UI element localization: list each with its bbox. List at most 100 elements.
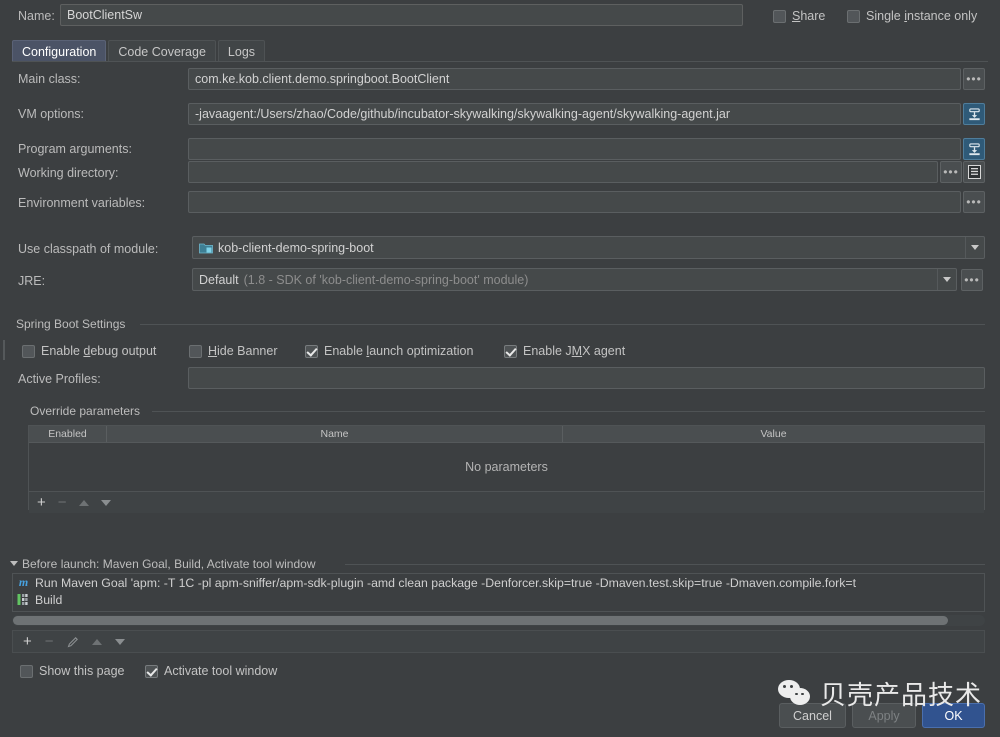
name-label: Name: [18,9,55,23]
macro-list-icon [967,165,981,179]
hide-banner-checkbox[interactable]: Hide Banner [189,344,278,358]
before-launch-collapse-icon[interactable] [10,561,18,566]
program-arguments-input[interactable] [188,138,961,160]
cancel-button[interactable]: Cancel [779,703,846,728]
enable-debug-output-checkbox[interactable]: Enable debug output [22,344,156,358]
show-this-page-box[interactable] [20,664,33,678]
jre-value-detail: (1.8 - SDK of 'kob-client-demo-spring-bo… [243,272,529,287]
maven-icon: m [18,575,29,589]
enable-launch-optimization-box[interactable] [305,344,318,358]
before-launch-task-build-label: Build [35,592,63,607]
enable-debug-output-box[interactable] [22,344,35,358]
enable-jmx-agent-box[interactable] [504,344,517,358]
jre-value: Default [199,272,239,287]
enable-jmx-agent-checkbox[interactable]: Enable JMX agent [504,344,625,358]
active-profiles-input[interactable] [188,367,985,389]
main-class-browse-button[interactable]: ••• [963,68,985,90]
move-task-up-icon [91,638,102,645]
table-header-row: Enabled Name Value [29,426,984,443]
vm-options-label: VM options: [18,107,85,121]
single-instance-checkbox-box[interactable] [847,9,860,23]
environment-variables-label: Environment variables: [18,196,146,210]
remove-parameter-icon: − [57,494,67,511]
environment-variables-input[interactable] [188,191,961,213]
move-task-down-icon [114,638,125,645]
module-combo-arrow[interactable] [965,237,984,258]
browse-dots-icon: ••• [943,165,959,179]
tab-bar[interactable]: Configuration Code Coverage Logs [12,38,267,62]
jre-combo[interactable]: Default (1.8 - SDK of 'kob-client-demo-s… [192,268,957,291]
active-profiles-label: Active Profiles: [18,372,101,386]
module-combo-value: kob-client-demo-spring-boot [218,240,374,255]
hide-banner-box[interactable] [189,344,202,358]
jre-combo-arrow[interactable] [937,269,956,290]
working-directory-macro-button[interactable] [963,161,985,183]
override-parameters-table: Enabled Name Value No parameters + − [28,425,985,513]
jre-browse-button[interactable]: ••• [961,269,983,291]
tab-code-coverage[interactable]: Code Coverage [108,40,216,62]
before-launch-task-build[interactable]: Build [13,591,984,608]
name-row: Name: BootClientSw Share Single instance… [0,0,1000,33]
column-header-enabled[interactable]: Enabled [29,426,107,442]
show-this-page-checkbox[interactable]: Show this page [20,664,124,678]
main-class-input[interactable]: com.ke.kob.client.demo.springboot.BootCl… [188,68,961,90]
enable-launch-optimization-label: Enable launch optimization [324,344,474,358]
vm-options-expand-button[interactable] [963,103,985,125]
browse-dots-icon: ••• [966,72,982,86]
browse-dots-icon: ••• [966,195,982,209]
ok-button[interactable]: OK [922,703,985,728]
before-launch-horizontal-scrollbar[interactable] [12,615,985,626]
chevron-down-icon [971,245,979,250]
tab-logs[interactable]: Logs [217,40,266,62]
activate-tool-window-label: Activate tool window [164,664,278,678]
show-this-page-label: Show this page [39,664,125,678]
before-launch-task-maven[interactable]: m Run Maven Goal 'apm: -T 1C -pl apm-sni… [13,574,984,591]
table-empty-state: No parameters [465,460,548,474]
expand-insert-icon [968,107,980,120]
hide-banner-label: Hide Banner [208,344,278,358]
use-classpath-of-module-label: Use classpath of module: [18,242,159,256]
program-arguments-label: Program arguments: [18,142,132,156]
main-class-label: Main class: [18,72,81,86]
single-instance-only-checkbox[interactable]: Single instance only [847,9,977,23]
expand-insert-icon [968,142,980,155]
tab-underline [12,61,988,62]
before-launch-task-list[interactable]: m Run Maven Goal 'apm: -T 1C -pl apm-sni… [12,573,985,612]
chevron-down-icon [943,277,951,282]
enable-launch-optimization-checkbox[interactable]: Enable launch optimization [305,344,473,358]
vm-options-input[interactable]: -javaagent:/Users/zhao/Code/github/incub… [188,103,961,125]
spring-boot-settings-divider [140,324,985,325]
activate-tool-window-box[interactable] [145,664,158,678]
before-launch-task-maven-label: Run Maven Goal 'apm: -T 1C -pl apm-sniff… [35,575,857,590]
spring-boot-settings-title: Spring Boot Settings [16,317,132,331]
module-combo[interactable]: kob-client-demo-spring-boot [192,236,985,259]
move-up-icon [78,499,89,506]
share-checkbox[interactable]: Share [773,9,825,23]
working-directory-input[interactable] [188,161,938,183]
column-header-value[interactable]: Value [563,426,984,442]
before-launch-title: Before launch: Maven Goal, Build, Activa… [22,557,322,571]
share-label: Share [792,9,826,23]
browse-dots-icon: ••• [964,273,980,287]
build-icon [17,594,28,605]
scrollbar-thumb[interactable] [13,616,948,625]
column-header-name[interactable]: Name [107,426,563,442]
enable-jmx-agent-label: Enable JMX agent [523,344,626,358]
name-input[interactable]: BootClientSw [60,4,743,26]
environment-variables-browse-button[interactable]: ••• [963,191,985,213]
working-directory-label: Working directory: [18,166,119,180]
share-checkbox-box[interactable] [773,9,786,23]
program-arguments-expand-button[interactable] [963,138,985,160]
override-parameters-title: Override parameters [30,404,147,418]
apply-button[interactable]: Apply [852,703,916,728]
tab-configuration[interactable]: Configuration [12,40,107,62]
override-parameters-toolbar: + − [29,491,984,513]
add-task-icon[interactable]: + [23,634,32,649]
module-icon [199,243,213,253]
before-launch-toolbar: + − [12,630,985,653]
activate-tool-window-checkbox[interactable]: Activate tool window [145,664,277,678]
remove-task-icon: − [44,633,54,650]
add-parameter-icon[interactable]: + [37,495,46,510]
edit-task-icon [67,636,78,647]
working-directory-browse-button[interactable]: ••• [940,161,962,183]
